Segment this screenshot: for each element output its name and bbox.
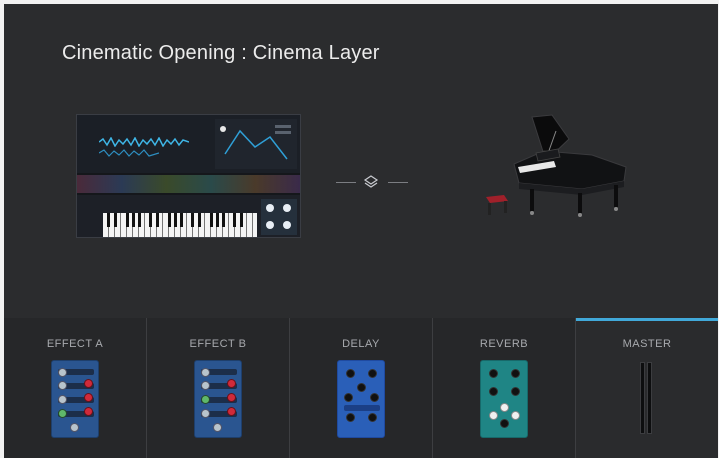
- slot-label: DELAY: [342, 338, 380, 350]
- slot-label: REVERB: [479, 338, 529, 350]
- slot-effect-b[interactable]: EFFECT B: [147, 318, 290, 458]
- slot-delay[interactable]: DELAY: [290, 318, 433, 458]
- link-line-right: [388, 182, 408, 183]
- slot-label: EFFECT A: [46, 338, 104, 350]
- reverb-pedal-icon[interactable]: [480, 360, 528, 438]
- slot-master[interactable]: MASTER: [576, 318, 718, 458]
- effect-pedal-icon[interactable]: [51, 360, 99, 438]
- slot-reverb[interactable]: REVERB: [433, 318, 576, 458]
- master-meter-right: [647, 362, 652, 434]
- synth-layer-thumbnail[interactable]: [76, 114, 301, 238]
- master-meter-left: [640, 362, 645, 434]
- link-line-left: [336, 182, 356, 183]
- effect-pedal-icon[interactable]: [194, 360, 242, 438]
- slot-label: MASTER: [622, 338, 672, 350]
- waveform-icon: [99, 137, 189, 147]
- app-window: Cinematic Opening : Cinema Layer EFFECT …: [4, 4, 718, 458]
- slot-effect-a[interactable]: EFFECT A: [4, 318, 147, 458]
- layers-icon[interactable]: [363, 174, 379, 190]
- preset-title: Cinematic Opening : Cinema Layer: [62, 42, 380, 64]
- effect-slots: EFFECT A EFFECT B DELAY REVERB MASTER: [4, 318, 718, 458]
- grand-piano-image[interactable]: [474, 109, 634, 224]
- slot-label: EFFECT B: [189, 338, 247, 350]
- delay-pedal-icon[interactable]: [337, 360, 385, 438]
